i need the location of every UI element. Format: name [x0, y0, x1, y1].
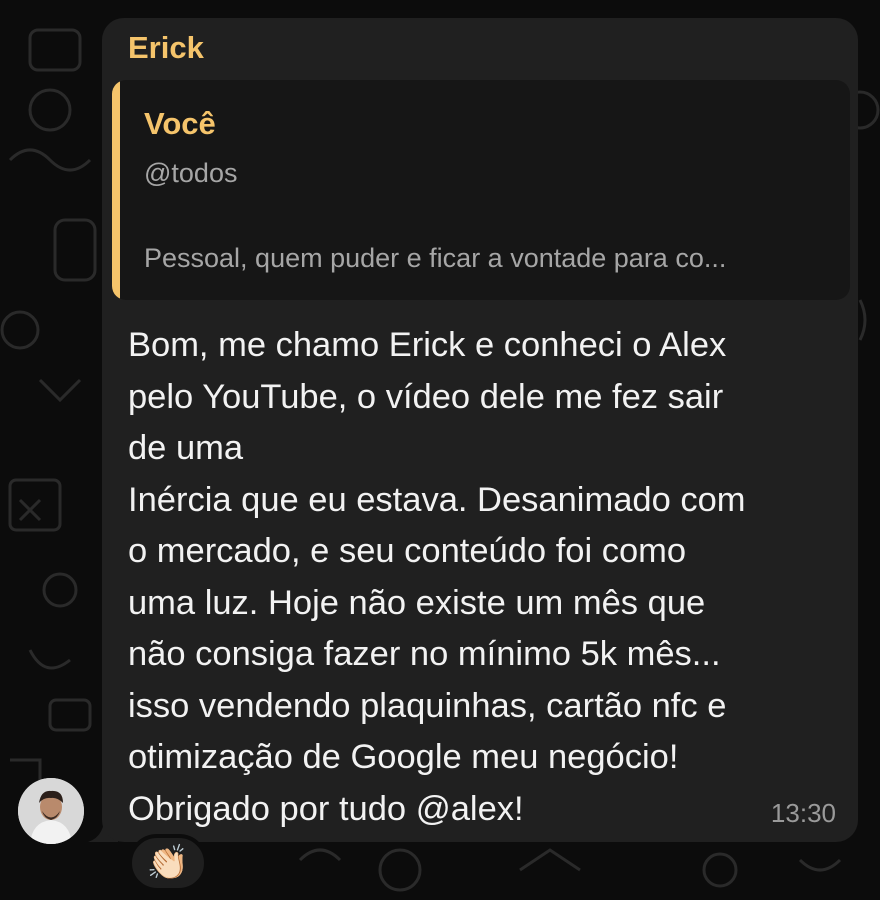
message-line: pelo YouTube, o vídeo dele me fez sair	[128, 377, 724, 416]
reaction-badge[interactable]: 👏🏻	[128, 834, 208, 892]
quote-mention: @todos	[144, 158, 238, 188]
message-line: o mercado, e seu conteúdo foi como	[128, 532, 687, 570]
avatar[interactable]	[18, 778, 84, 844]
message-line: Bom, me chamo Erick e conheci o Alex	[128, 326, 727, 364]
message-bubble[interactable]: Erick Você @todos Pessoal, quem puder e …	[102, 18, 858, 842]
message-line: de uma	[128, 429, 244, 467]
message-line: não consiga fazer no mínimo 5k mês...	[128, 635, 721, 673]
message-line: uma luz. Hoje não existe um mês que	[128, 583, 706, 622]
quote-preview-text: Pessoal, quem puder e ficar a vontade pa…	[144, 243, 727, 273]
quoted-message[interactable]: Você @todos Pessoal, quem puder e ficar …	[112, 80, 850, 300]
message-line: otimização de Google meu negócio!	[128, 738, 679, 776]
sender-name[interactable]: Erick	[128, 30, 204, 66]
avatar-icon	[18, 778, 84, 844]
quote-author: Você	[144, 106, 216, 141]
message-time: 13:30	[770, 798, 836, 828]
message-text: Bom, me chamo Erick e conheci o Alex pel…	[128, 320, 843, 835]
message-line: Obrigado por tudo @alex!	[128, 789, 524, 828]
quote-accent-bar	[112, 80, 120, 300]
message-line: isso vendendo plaquinhas, cartão nfc e	[128, 686, 727, 725]
message-line: Inércia que eu estava. Desanimado com	[128, 480, 746, 519]
